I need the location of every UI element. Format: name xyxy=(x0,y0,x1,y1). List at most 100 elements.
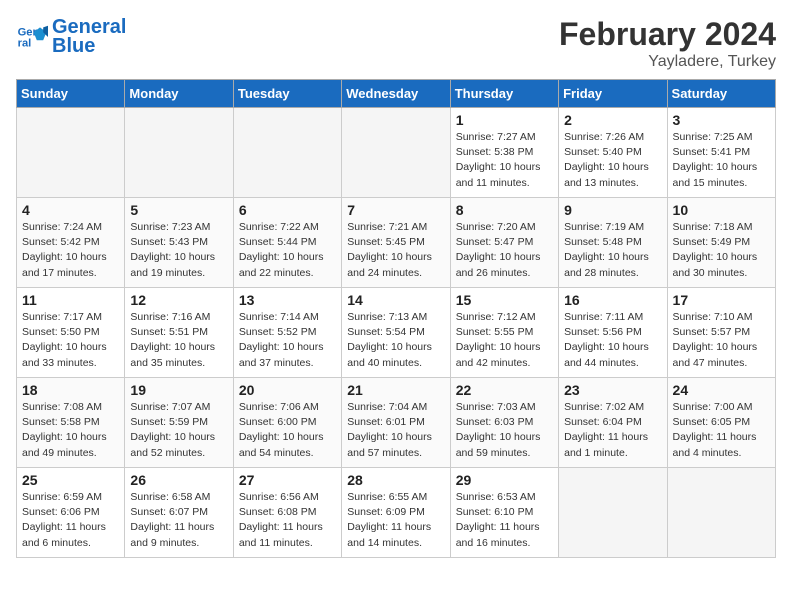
day-cell: 22 Sunrise: 7:03 AM Sunset: 6:03 PM Dayli… xyxy=(450,378,558,468)
day-number: 25 xyxy=(22,472,119,488)
day-info: Sunrise: 7:11 AM Sunset: 5:56 PM Dayligh… xyxy=(564,310,661,371)
day-info: Sunrise: 6:55 AM Sunset: 6:09 PM Dayligh… xyxy=(347,490,444,551)
col-header-monday: Monday xyxy=(125,80,233,108)
day-info: Sunrise: 7:04 AM Sunset: 6:01 PM Dayligh… xyxy=(347,400,444,461)
day-cell: 9 Sunrise: 7:19 AM Sunset: 5:48 PM Daylig… xyxy=(559,198,667,288)
day-number: 10 xyxy=(673,202,770,218)
day-info: Sunrise: 7:19 AM Sunset: 5:48 PM Dayligh… xyxy=(564,220,661,281)
logo-line2: Blue xyxy=(52,35,126,58)
col-header-tuesday: Tuesday xyxy=(233,80,341,108)
col-header-sunday: Sunday xyxy=(17,80,125,108)
day-number: 12 xyxy=(130,292,227,308)
day-info: Sunrise: 7:03 AM Sunset: 6:03 PM Dayligh… xyxy=(456,400,553,461)
day-number: 22 xyxy=(456,382,553,398)
day-cell: 13 Sunrise: 7:14 AM Sunset: 5:52 PM Dayli… xyxy=(233,288,341,378)
week-row-3: 11Sunrise: 7:17 AM Sunset: 5:50 PM Dayli… xyxy=(17,288,776,378)
day-cell: 8Sunrise: 7:20 AM Sunset: 5:47 PM Daylig… xyxy=(450,198,558,288)
day-cell: 5Sunrise: 7:23 AM Sunset: 5:43 PM Daylig… xyxy=(125,198,233,288)
day-cell: 2 Sunrise: 7:26 AM Sunset: 5:40 PM Daylig… xyxy=(559,108,667,198)
day-info: Sunrise: 7:02 AM Sunset: 6:04 PM Dayligh… xyxy=(564,400,661,461)
day-number: 1 xyxy=(456,112,553,128)
day-info: Sunrise: 7:24 AM Sunset: 5:42 PM Dayligh… xyxy=(22,220,119,281)
day-number: 20 xyxy=(239,382,336,398)
day-info: Sunrise: 6:58 AM Sunset: 6:07 PM Dayligh… xyxy=(130,490,227,551)
day-info: Sunrise: 7:14 AM Sunset: 5:52 PM Dayligh… xyxy=(239,310,336,371)
week-row-1: 1 Sunrise: 7:27 AM Sunset: 5:38 PM Daylig… xyxy=(17,108,776,198)
day-cell: 3 Sunrise: 7:25 AM Sunset: 5:41 PM Daylig… xyxy=(667,108,775,198)
day-number: 24 xyxy=(673,382,770,398)
day-info: Sunrise: 7:13 AM Sunset: 5:54 PM Dayligh… xyxy=(347,310,444,371)
day-cell: 6 Sunrise: 7:22 AM Sunset: 5:44 PM Daylig… xyxy=(233,198,341,288)
day-number: 7 xyxy=(347,202,444,218)
day-number: 29 xyxy=(456,472,553,488)
day-number: 26 xyxy=(130,472,227,488)
day-info: Sunrise: 7:06 AM Sunset: 6:00 PM Dayligh… xyxy=(239,400,336,461)
day-info: Sunrise: 7:12 AM Sunset: 5:55 PM Dayligh… xyxy=(456,310,553,371)
day-cell: 16 Sunrise: 7:11 AM Sunset: 5:56 PM Dayli… xyxy=(559,288,667,378)
day-cell: 11Sunrise: 7:17 AM Sunset: 5:50 PM Dayli… xyxy=(17,288,125,378)
day-cell xyxy=(17,108,125,198)
day-number: 2 xyxy=(564,112,661,128)
day-info: Sunrise: 7:00 AM Sunset: 6:05 PM Dayligh… xyxy=(673,400,770,461)
day-number: 4 xyxy=(22,202,119,218)
day-number: 6 xyxy=(239,202,336,218)
day-cell: 19 Sunrise: 7:07 AM Sunset: 5:59 PM Dayli… xyxy=(125,378,233,468)
day-cell: 25 Sunrise: 6:59 AM Sunset: 6:06 PM Dayli… xyxy=(17,468,125,558)
day-number: 18 xyxy=(22,382,119,398)
day-cell: 12 Sunrise: 7:16 AM Sunset: 5:51 PM Dayli… xyxy=(125,288,233,378)
day-info: Sunrise: 7:22 AM Sunset: 5:44 PM Dayligh… xyxy=(239,220,336,281)
day-number: 13 xyxy=(239,292,336,308)
logo-icon: Gene ral xyxy=(16,21,48,53)
day-number: 8 xyxy=(456,202,553,218)
day-cell xyxy=(342,108,450,198)
day-number: 15 xyxy=(456,292,553,308)
day-number: 16 xyxy=(564,292,661,308)
day-cell: 7 Sunrise: 7:21 AM Sunset: 5:45 PM Daylig… xyxy=(342,198,450,288)
page-header: Gene ral General Blue February 2024 Yayl… xyxy=(16,16,776,71)
day-number: 21 xyxy=(347,382,444,398)
day-cell: 20 Sunrise: 7:06 AM Sunset: 6:00 PM Dayli… xyxy=(233,378,341,468)
day-cell: 17 Sunrise: 7:10 AM Sunset: 5:57 PM Dayli… xyxy=(667,288,775,378)
day-info: Sunrise: 7:10 AM Sunset: 5:57 PM Dayligh… xyxy=(673,310,770,371)
day-info: Sunrise: 7:27 AM Sunset: 5:38 PM Dayligh… xyxy=(456,130,553,191)
day-cell xyxy=(233,108,341,198)
day-cell xyxy=(125,108,233,198)
day-info: Sunrise: 7:16 AM Sunset: 5:51 PM Dayligh… xyxy=(130,310,227,371)
day-number: 9 xyxy=(564,202,661,218)
day-info: Sunrise: 7:17 AM Sunset: 5:50 PM Dayligh… xyxy=(22,310,119,371)
day-cell: 28Sunrise: 6:55 AM Sunset: 6:09 PM Dayli… xyxy=(342,468,450,558)
day-number: 19 xyxy=(130,382,227,398)
calendar-title: February 2024 xyxy=(559,16,776,53)
day-number: 17 xyxy=(673,292,770,308)
day-cell: 4 Sunrise: 7:24 AM Sunset: 5:42 PM Daylig… xyxy=(17,198,125,288)
day-cell xyxy=(559,468,667,558)
day-info: Sunrise: 7:26 AM Sunset: 5:40 PM Dayligh… xyxy=(564,130,661,191)
day-cell: 21 Sunrise: 7:04 AM Sunset: 6:01 PM Dayli… xyxy=(342,378,450,468)
day-cell: 29Sunrise: 6:53 AM Sunset: 6:10 PM Dayli… xyxy=(450,468,558,558)
day-info: Sunrise: 7:18 AM Sunset: 5:49 PM Dayligh… xyxy=(673,220,770,281)
calendar-table: SundayMondayTuesdayWednesdayThursdayFrid… xyxy=(16,79,776,558)
week-row-4: 18Sunrise: 7:08 AM Sunset: 5:58 PM Dayli… xyxy=(17,378,776,468)
day-cell: 23 Sunrise: 7:02 AM Sunset: 6:04 PM Dayli… xyxy=(559,378,667,468)
day-info: Sunrise: 7:25 AM Sunset: 5:41 PM Dayligh… xyxy=(673,130,770,191)
day-cell: 27Sunrise: 6:56 AM Sunset: 6:08 PM Dayli… xyxy=(233,468,341,558)
day-cell: 15 Sunrise: 7:12 AM Sunset: 5:55 PM Dayli… xyxy=(450,288,558,378)
day-info: Sunrise: 6:59 AM Sunset: 6:06 PM Dayligh… xyxy=(22,490,119,551)
day-header-row: SundayMondayTuesdayWednesdayThursdayFrid… xyxy=(17,80,776,108)
week-row-5: 25 Sunrise: 6:59 AM Sunset: 6:06 PM Dayli… xyxy=(17,468,776,558)
day-number: 3 xyxy=(673,112,770,128)
col-header-wednesday: Wednesday xyxy=(342,80,450,108)
day-info: Sunrise: 7:07 AM Sunset: 5:59 PM Dayligh… xyxy=(130,400,227,461)
col-header-thursday: Thursday xyxy=(450,80,558,108)
day-number: 5 xyxy=(130,202,227,218)
day-cell: 26 Sunrise: 6:58 AM Sunset: 6:07 PM Dayli… xyxy=(125,468,233,558)
day-cell: 1 Sunrise: 7:27 AM Sunset: 5:38 PM Daylig… xyxy=(450,108,558,198)
title-area: February 2024 Yayladere, Turkey xyxy=(559,16,776,71)
day-cell: 18Sunrise: 7:08 AM Sunset: 5:58 PM Dayli… xyxy=(17,378,125,468)
calendar-subtitle: Yayladere, Turkey xyxy=(559,53,776,71)
day-cell xyxy=(667,468,775,558)
day-info: Sunrise: 7:21 AM Sunset: 5:45 PM Dayligh… xyxy=(347,220,444,281)
col-header-friday: Friday xyxy=(559,80,667,108)
day-number: 23 xyxy=(564,382,661,398)
col-header-saturday: Saturday xyxy=(667,80,775,108)
